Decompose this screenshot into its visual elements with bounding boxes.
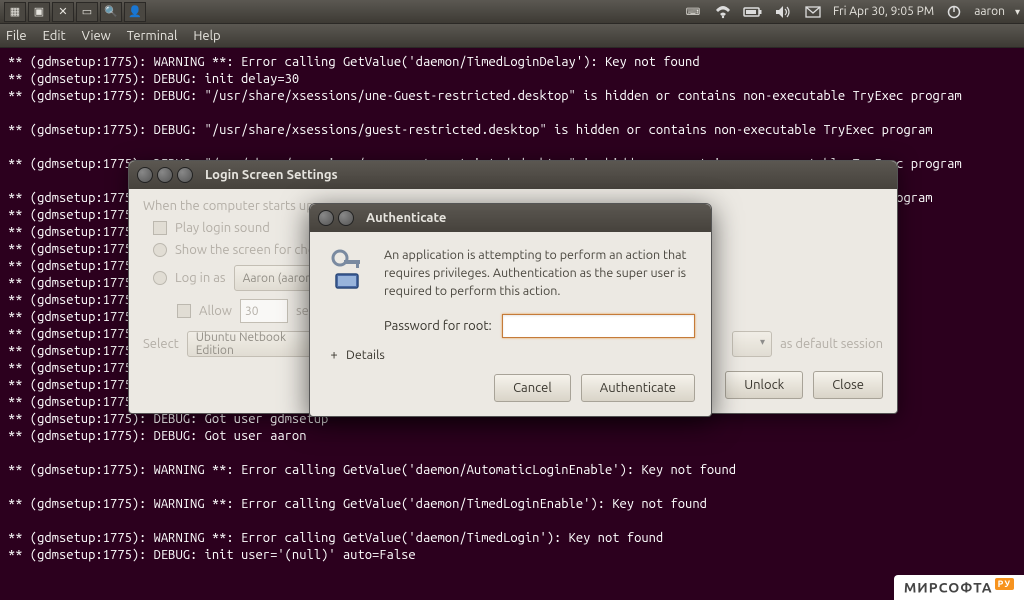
- password-row: Password for root:: [384, 314, 695, 338]
- password-label: Password for root:: [384, 319, 492, 333]
- clock[interactable]: Fri Apr 30, 9:05 PM: [833, 5, 934, 18]
- panel-launchers: ▦ ▣ ✕ ▭ 🔍 👤: [4, 2, 146, 22]
- auth-buttons: Cancel Authenticate: [326, 374, 695, 402]
- mail-icon[interactable]: [803, 3, 823, 21]
- session-suffix: as default session: [780, 337, 883, 351]
- unlock-button[interactable]: Unlock: [725, 371, 803, 399]
- user-menu[interactable]: aaron: [974, 5, 1005, 18]
- maximize-icon[interactable]: [177, 167, 193, 183]
- launcher-terminal-icon[interactable]: ▣: [28, 2, 50, 22]
- close-icon[interactable]: [137, 167, 153, 183]
- password-input[interactable]: [502, 314, 695, 338]
- menu-edit[interactable]: Edit: [43, 29, 66, 43]
- watermark-text: МИРСОФТА: [904, 580, 993, 596]
- close-button[interactable]: Close: [813, 371, 883, 399]
- auth-body: An application is attempting to perform …: [310, 232, 711, 416]
- auth-titlebar[interactable]: Authenticate: [310, 204, 711, 232]
- expander-icon: +: [328, 348, 340, 362]
- close-icon[interactable]: [318, 210, 334, 226]
- session-select-2[interactable]: [732, 331, 772, 357]
- menu-help[interactable]: Help: [193, 29, 220, 43]
- minimize-icon[interactable]: [157, 167, 173, 183]
- authenticate-button[interactable]: Authenticate: [581, 374, 695, 402]
- allow-label: Allow: [199, 304, 232, 318]
- keyboard-icon[interactable]: ⌨: [683, 3, 703, 21]
- authenticate-dialog: Authenticate An application is attemptin…: [309, 203, 712, 417]
- details-expander[interactable]: + Details: [328, 348, 695, 362]
- login-as-radio[interactable]: [153, 271, 167, 285]
- battery-icon[interactable]: [743, 3, 763, 21]
- panel-indicators: ⌨ Fri Apr 30, 9:05 PM aaron ▾: [683, 3, 1020, 21]
- menu-view[interactable]: View: [82, 29, 111, 43]
- wifi-icon[interactable]: [713, 3, 733, 21]
- launcher-user-icon[interactable]: 👤: [124, 2, 146, 22]
- show-screen-radio[interactable]: [153, 243, 167, 257]
- launcher-search-icon[interactable]: 🔍: [100, 2, 122, 22]
- minimize-icon[interactable]: [338, 210, 354, 226]
- top-panel: ▦ ▣ ✕ ▭ 🔍 👤 ⌨ Fri Apr 30, 9:05 PM aaron …: [0, 0, 1024, 24]
- select-label: Select: [143, 337, 179, 351]
- dialog-title: Login Screen Settings: [205, 168, 338, 182]
- volume-icon[interactable]: [773, 3, 793, 21]
- power-icon[interactable]: [944, 3, 964, 21]
- login-as-label: Log in as: [175, 271, 226, 285]
- allow-checkbox[interactable]: [177, 304, 191, 318]
- delay-spinbox[interactable]: 30: [240, 299, 288, 323]
- chevron-down-icon[interactable]: ▾: [1015, 6, 1020, 18]
- launcher-files-icon[interactable]: ▦: [4, 2, 26, 22]
- auth-title: Authenticate: [366, 211, 446, 225]
- play-sound-checkbox[interactable]: [153, 221, 167, 235]
- watermark: МИРСОФТАРУ: [894, 575, 1024, 600]
- cancel-button[interactable]: Cancel: [494, 374, 571, 402]
- launcher-app-icon[interactable]: ✕: [52, 2, 74, 22]
- keys-icon: [326, 246, 370, 290]
- launcher-window-icon[interactable]: ▭: [76, 2, 98, 22]
- play-sound-label: Play login sound: [175, 221, 270, 235]
- menu-file[interactable]: File: [6, 29, 27, 43]
- watermark-badge: РУ: [995, 578, 1014, 590]
- details-label: Details: [346, 348, 385, 362]
- menu-terminal[interactable]: Terminal: [127, 29, 178, 43]
- menu-bar: File Edit View Terminal Help: [0, 24, 1024, 48]
- auth-message: An application is attempting to perform …: [384, 246, 695, 300]
- dialog-titlebar[interactable]: Login Screen Settings: [129, 161, 897, 189]
